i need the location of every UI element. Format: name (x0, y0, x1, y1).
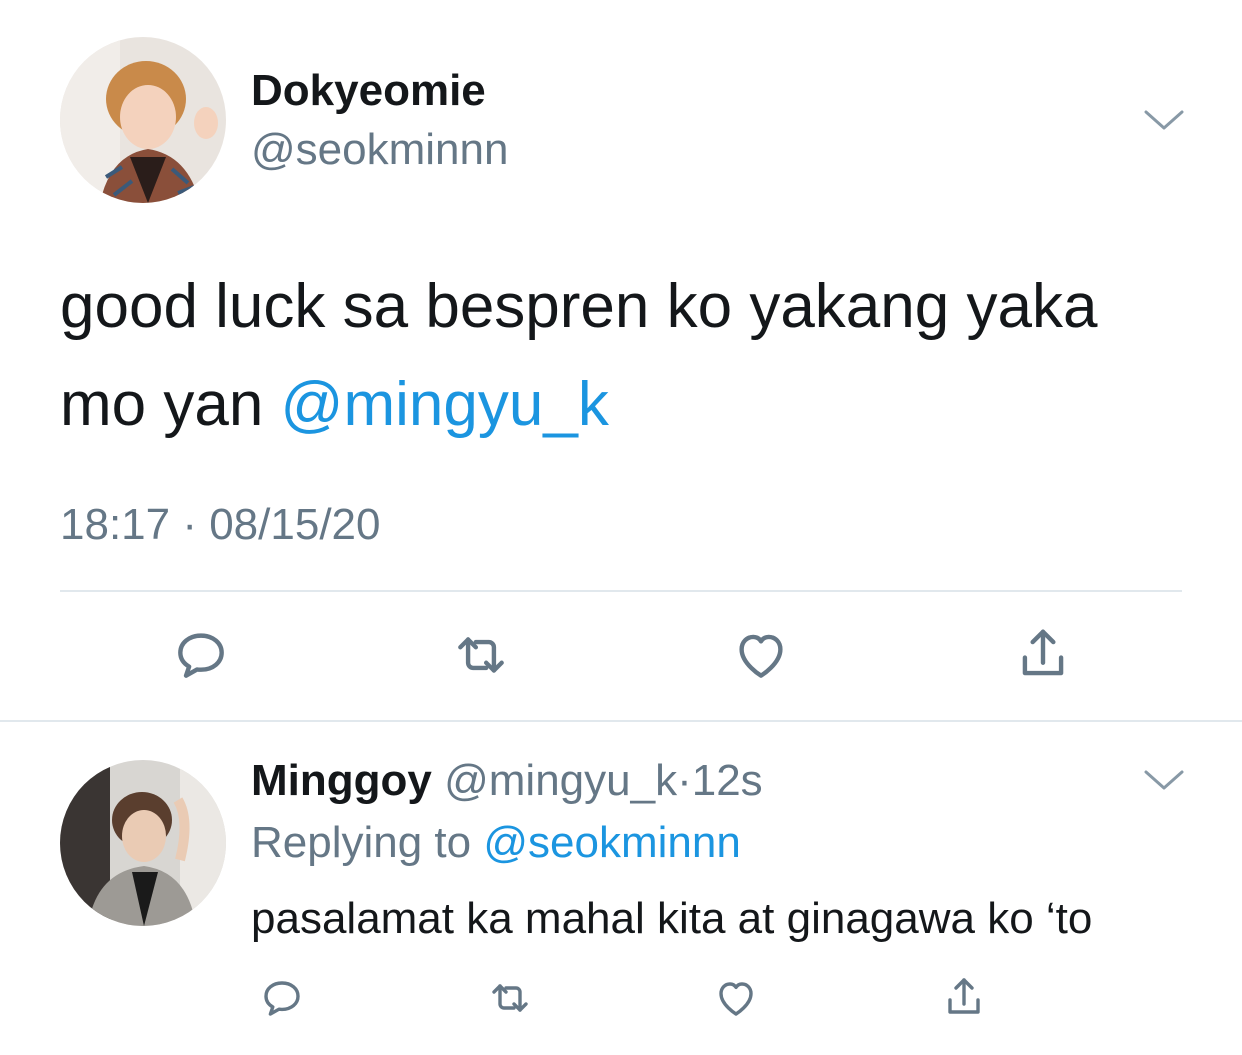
tweet-timestamp[interactable]: 18:17 · 08/15/20 (60, 500, 380, 550)
tweet-text: good luck sa bespren ko yakang yaka mo y… (60, 258, 1200, 454)
author-handle[interactable]: @seokminnn (251, 125, 508, 175)
share-icon[interactable] (940, 974, 988, 1022)
reply-icon[interactable] (258, 974, 306, 1022)
replying-to-link[interactable]: @seokminnn (483, 818, 740, 867)
reply-icon[interactable] (170, 624, 232, 686)
like-icon[interactable] (712, 974, 760, 1022)
replying-prefix: Replying to (251, 818, 484, 867)
author-display-name[interactable]: Dokyeomie (251, 66, 486, 116)
tweet-mention-link[interactable]: @mingyu_k (281, 370, 609, 439)
reply-display-name[interactable]: Minggoy (251, 756, 432, 805)
retweet-icon[interactable] (486, 974, 534, 1022)
divider (0, 720, 1242, 722)
author-avatar[interactable] (60, 37, 226, 203)
user-photo-avatar-icon (60, 37, 226, 203)
user-photo-avatar-icon (60, 760, 226, 926)
divider (60, 590, 1182, 592)
share-icon[interactable] (1012, 624, 1074, 686)
reply-separator: · (677, 756, 692, 805)
replying-to-line: Replying to @seokminnn (251, 818, 741, 868)
chevron-down-icon[interactable] (1142, 764, 1186, 794)
like-icon[interactable] (730, 624, 792, 686)
reply-author-avatar[interactable] (60, 760, 226, 926)
chevron-down-icon[interactable] (1142, 104, 1186, 134)
reply-text: pasalamat ka mahal kita at ginagawa ko ‘… (251, 894, 1093, 943)
tweet-detail-page: Dokyeomie @seokminnn good luck sa bespre… (0, 0, 1242, 1055)
reply-header: Minggoy @mingyu_k·12s (251, 756, 763, 806)
reply-age[interactable]: 12s (692, 756, 763, 805)
retweet-icon[interactable] (450, 624, 512, 686)
reply-handle[interactable]: @mingyu_k (444, 756, 677, 805)
